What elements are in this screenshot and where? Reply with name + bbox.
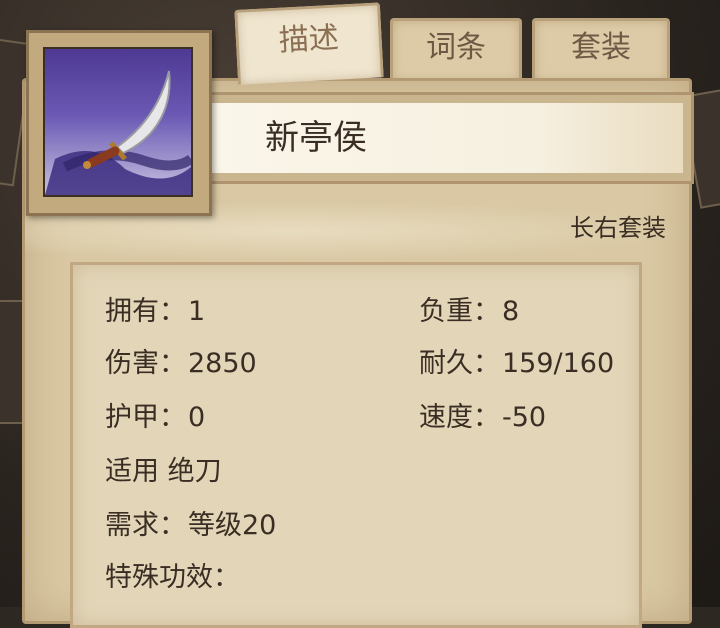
stat-applicable: 适用 绝刀	[105, 456, 222, 487]
stat-armor: 护甲：0	[105, 402, 206, 433]
item-icon-frame[interactable]	[26, 30, 212, 216]
stats-box: 拥有：1 负重：8 伤害：2850 耐久：159/160 护甲：0 速度：-50…	[70, 262, 642, 628]
stat-special-label: 特殊功效：	[105, 562, 240, 593]
stat-own: 拥有：1	[105, 296, 206, 327]
stat-weight: 负重：8	[419, 296, 520, 327]
item-name-bar: 新亭侯	[190, 92, 694, 184]
set-name: 长右套装	[570, 214, 666, 242]
stat-speed: 速度：-50	[419, 402, 547, 433]
background-ornament	[0, 300, 24, 424]
stat-durability: 耐久：159/160	[419, 348, 615, 379]
item-name: 新亭侯	[265, 118, 367, 158]
tab-description[interactable]: 描述	[234, 2, 384, 85]
tab-affixes[interactable]: 词条	[390, 18, 522, 81]
curved-blade-icon	[45, 70, 191, 195]
stat-requirement: 需求：等级20	[105, 510, 277, 541]
stat-damage: 伤害：2850	[105, 348, 257, 379]
tab-set[interactable]: 套装	[532, 18, 670, 81]
